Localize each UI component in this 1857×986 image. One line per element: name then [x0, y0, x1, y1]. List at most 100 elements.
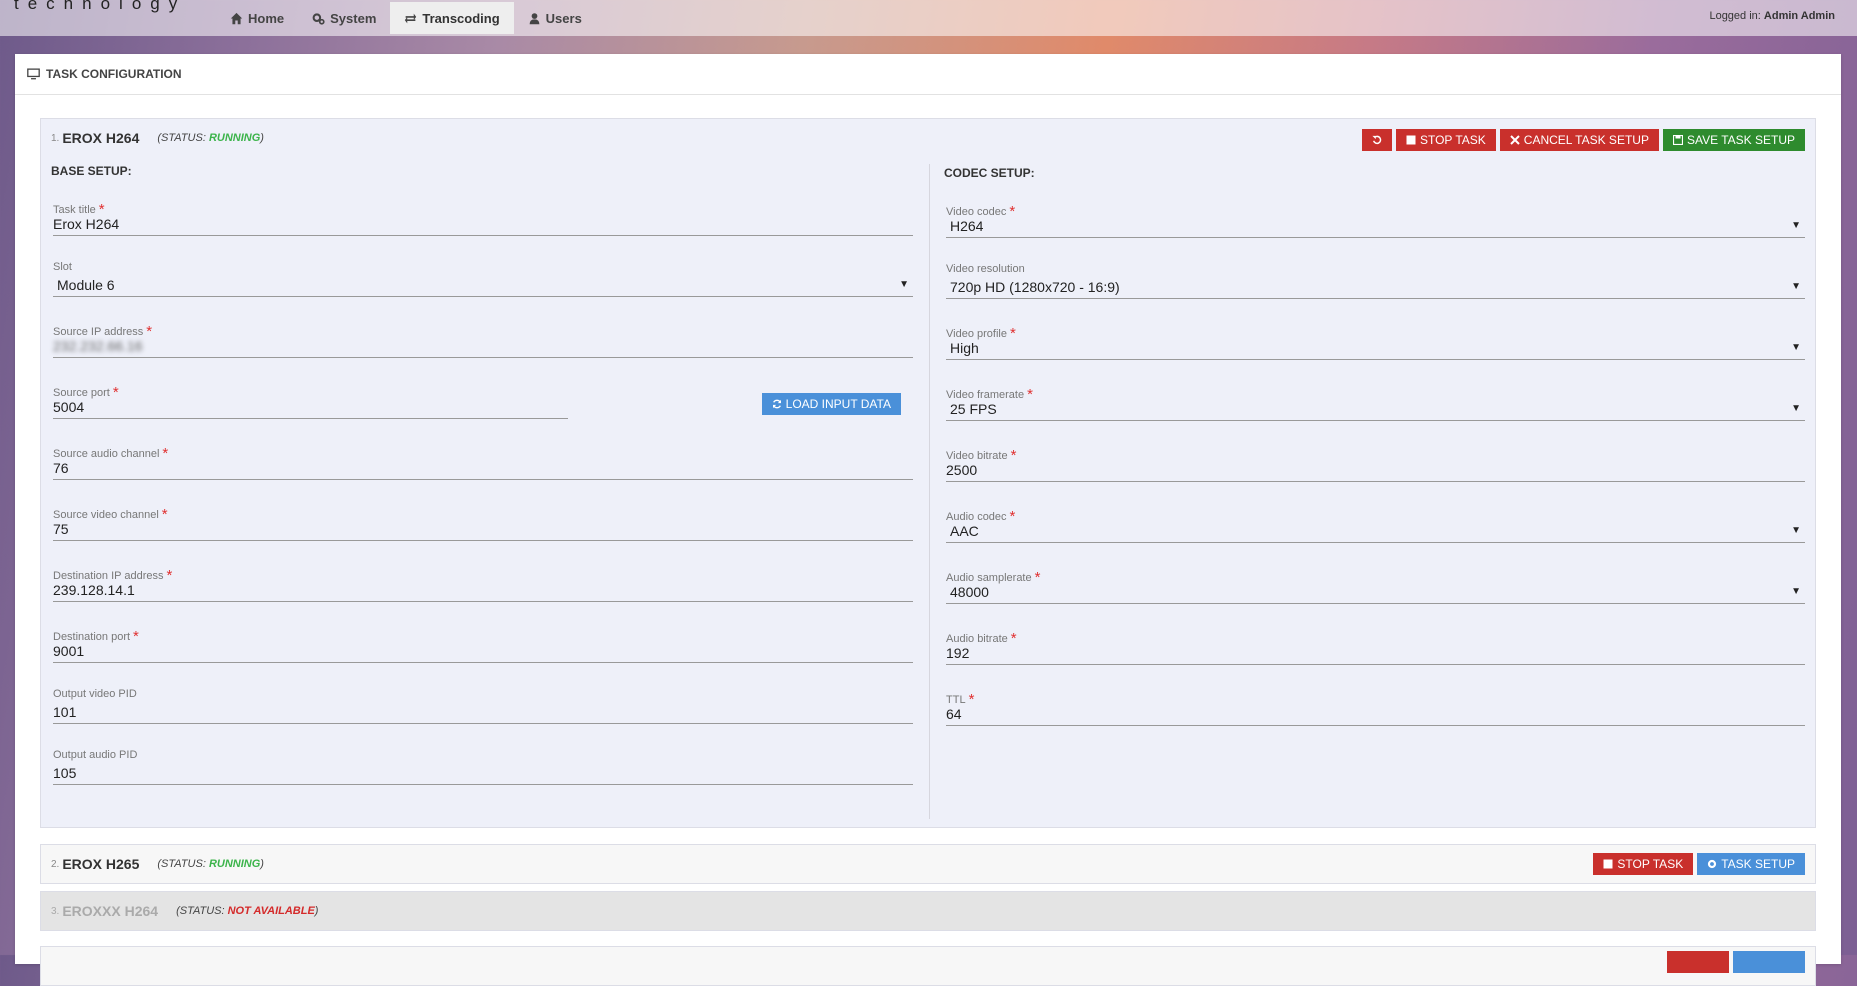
- stop-task-button[interactable]: [1667, 951, 1729, 973]
- task-card-2: 2. EROX H265 (STATUS: RUNNING) STOP TASK…: [40, 844, 1816, 884]
- audio-bitrate-input[interactable]: 192: [946, 643, 1805, 665]
- chevron-down-icon: ▼: [1791, 403, 1801, 414]
- close-icon: [1510, 135, 1520, 145]
- button-label: STOP TASK: [1419, 133, 1486, 147]
- status-suffix: ): [314, 905, 319, 917]
- audio-codec-field: Audio codec * AAC ▼: [944, 499, 1805, 560]
- panel-header: TASK CONFIGURATION: [15, 54, 1841, 95]
- output-audio-pid-input[interactable]: 105: [53, 763, 913, 785]
- video-framerate-select[interactable]: 25 FPS ▼: [946, 399, 1805, 421]
- video-framerate-field: Video framerate * 25 FPS ▼: [944, 377, 1805, 438]
- video-resolution-field: Video resolution 720p HD (1280x720 - 16:…: [944, 255, 1805, 316]
- task-header: 3. EROXXX H264 (STATUS: NOT AVAILABLE): [41, 892, 1815, 930]
- task-setup-button[interactable]: TASK SETUP: [1697, 853, 1805, 875]
- cogs-icon: [312, 12, 325, 25]
- field-label: Output audio PID: [53, 749, 138, 761]
- task-number: 2.: [51, 858, 60, 870]
- stop-task-button[interactable]: STOP TASK: [1593, 853, 1694, 875]
- video-codec-select[interactable]: H264 ▼: [946, 216, 1805, 238]
- stop-task-button[interactable]: STOP TASK: [1395, 129, 1496, 151]
- status-prefix: (STATUS:: [157, 132, 206, 144]
- reset-button[interactable]: [1361, 129, 1392, 151]
- field-label: Slot: [53, 261, 72, 273]
- task-header: 2. EROX H265 (STATUS: RUNNING) STOP TASK…: [41, 845, 1815, 883]
- audio-codec-select[interactable]: AAC ▼: [946, 521, 1805, 543]
- select-value: High: [950, 340, 979, 356]
- status-badge: RUNNING: [208, 132, 261, 144]
- save-task-setup-button[interactable]: SAVE TASK SETUP: [1662, 129, 1805, 151]
- video-codec-field: Video codec * H264 ▼: [944, 194, 1805, 255]
- nav-item-transcoding[interactable]: Transcoding: [390, 2, 514, 34]
- home-icon: [230, 12, 243, 24]
- chevron-down-icon: ▼: [1791, 281, 1801, 292]
- output-video-pid-input[interactable]: 101: [53, 702, 913, 724]
- output-audio-pid-field: Output audio PID 105: [51, 741, 913, 802]
- video-resolution-select[interactable]: 720p HD (1280x720 - 16:9) ▼: [946, 277, 1805, 299]
- stop-icon: [1603, 859, 1613, 869]
- button-label: CANCEL TASK SETUP: [1523, 133, 1649, 147]
- video-profile-select[interactable]: High ▼: [946, 338, 1805, 360]
- refresh-icon: [772, 399, 781, 409]
- undo-icon: [1372, 135, 1382, 145]
- task-title-field: Task title * Erox H264: [51, 192, 913, 253]
- nav-item-label: System: [330, 10, 377, 26]
- source-audio-channel-field: Source audio channel * 76: [51, 436, 913, 497]
- task-card-4: [40, 946, 1816, 986]
- nav-item-users[interactable]: Users: [514, 2, 596, 34]
- destination-port-input[interactable]: 9001: [53, 641, 913, 663]
- base-setup-title: BASE SETUP:: [51, 164, 132, 178]
- button-label: LOAD INPUT DATA: [785, 397, 891, 411]
- ttl-field: TTL * 64: [944, 682, 1805, 743]
- task-setup-button[interactable]: [1733, 951, 1805, 973]
- output-video-pid-field: Output video PID 101: [51, 680, 913, 741]
- login-user[interactable]: Admin Admin: [1764, 10, 1835, 22]
- video-profile-field: Video profile * High ▼: [944, 316, 1805, 377]
- nav-item-label: Home: [248, 10, 285, 26]
- main-nav: Home System Transcoding Users: [216, 2, 596, 34]
- slot-select[interactable]: Module 6 ▼: [53, 275, 913, 297]
- task-title-input[interactable]: Erox H264: [53, 214, 913, 236]
- task-name: EROX H265: [62, 856, 140, 872]
- select-value: Module 6: [57, 277, 115, 293]
- slot-field: Slot Module 6 ▼: [51, 253, 913, 314]
- task-actions: STOP TASK CANCEL TASK SETUP SAVE TASK SE…: [1361, 129, 1805, 151]
- chevron-down-icon: ▼: [1791, 586, 1801, 597]
- task-actions: [1667, 951, 1805, 973]
- status-suffix: ): [260, 132, 264, 144]
- nav-item-system[interactable]: System: [298, 2, 390, 34]
- task-status: (STATUS: RUNNING): [157, 132, 264, 144]
- chevron-down-icon: ▼: [1791, 220, 1801, 231]
- base-setup-column: BASE SETUP: Task title * Erox H264 Slot M…: [51, 164, 913, 802]
- select-value: 25 FPS: [950, 401, 997, 417]
- task-card-1: 1. EROX H264 (STATUS: RUNNING) STOP TASK…: [40, 118, 1816, 828]
- task-header: 1. EROX H264 (STATUS: RUNNING) STOP TASK…: [41, 119, 1815, 157]
- load-input-data-button[interactable]: LOAD INPUT DATA: [761, 393, 901, 415]
- source-video-channel-input[interactable]: 75: [53, 519, 913, 541]
- ttl-input[interactable]: 64: [946, 704, 1805, 726]
- destination-ip-input[interactable]: 239.128.14.1: [53, 580, 913, 602]
- exchange-icon: [405, 13, 417, 23]
- audio-samplerate-field: Audio samplerate * 48000 ▼: [944, 560, 1805, 621]
- source-audio-channel-input[interactable]: 76: [53, 458, 913, 480]
- chevron-down-icon: ▼: [899, 279, 909, 290]
- task-card-3: 3. EROXXX H264 (STATUS: NOT AVAILABLE): [40, 891, 1816, 931]
- login-prefix: Logged in:: [1709, 10, 1761, 22]
- column-divider: [929, 164, 930, 819]
- status-prefix: (STATUS:: [176, 905, 225, 917]
- blurred-value: 232.232.66.16: [53, 338, 143, 354]
- top-navbar: technology Home System Transcoding Users…: [0, 0, 1857, 36]
- video-bitrate-input[interactable]: 2500: [946, 460, 1805, 482]
- task-actions: STOP TASK TASK SETUP: [1593, 853, 1805, 875]
- codec-setup-title: CODEC SETUP:: [944, 166, 1035, 180]
- status-suffix: ): [260, 858, 264, 870]
- audio-samplerate-select[interactable]: 48000 ▼: [946, 582, 1805, 604]
- monitor-icon: [27, 68, 40, 80]
- source-ip-input[interactable]: 232.232.66.16: [53, 336, 913, 358]
- cancel-task-setup-button[interactable]: CANCEL TASK SETUP: [1499, 129, 1659, 151]
- task-configuration-panel: TASK CONFIGURATION 1. EROX H264 (STATUS:…: [15, 54, 1841, 986]
- field-label: Output video PID: [53, 688, 137, 700]
- nav-item-home[interactable]: Home: [216, 2, 298, 34]
- nav-item-label: Transcoding: [422, 10, 500, 26]
- source-port-input[interactable]: 5004: [53, 397, 568, 419]
- codec-setup-column: CODEC SETUP: Video codec * H264 ▼ Video re…: [944, 164, 1805, 743]
